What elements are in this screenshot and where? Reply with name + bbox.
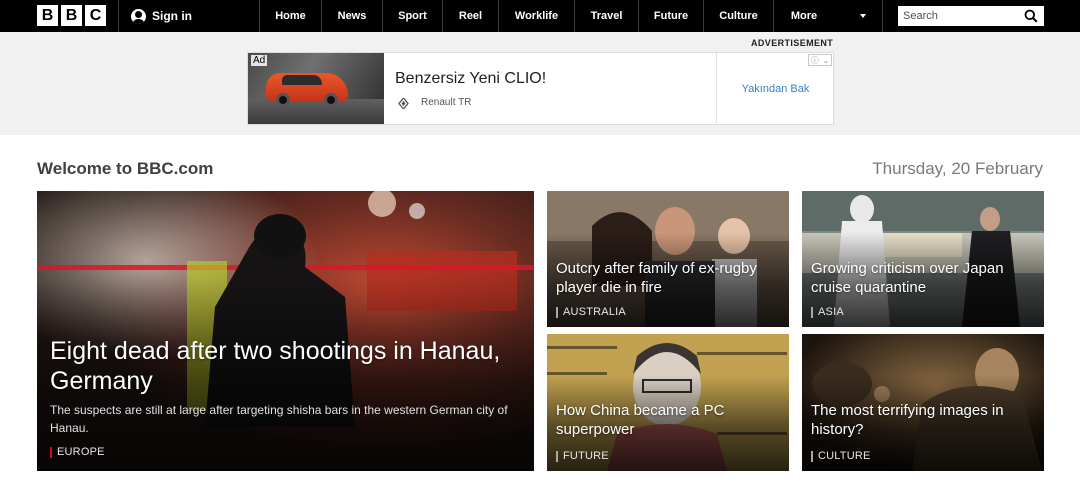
nav-reel[interactable]: Reel xyxy=(443,0,498,32)
section-marker xyxy=(556,306,558,318)
search-icon[interactable] xyxy=(1024,9,1038,23)
story-title[interactable]: Outcry after family of ex-rugby player d… xyxy=(556,259,779,297)
search-input[interactable] xyxy=(898,6,1018,26)
info-icon[interactable]: ⓘ xyxy=(811,55,819,66)
ad-headline[interactable]: Benzersiz Yeni CLIO! xyxy=(395,70,546,88)
nav-sport[interactable]: Sport xyxy=(383,0,442,32)
chevron-down-icon[interactable] xyxy=(860,14,866,18)
story-title[interactable]: How China became a PC superpower xyxy=(556,401,779,439)
story-section-label: FUTURE xyxy=(563,450,609,462)
section-marker xyxy=(811,450,813,462)
user-icon xyxy=(131,8,146,24)
story-section[interactable]: AUSTRALIA xyxy=(556,306,626,318)
ad-tag: Ad xyxy=(251,55,268,66)
ad-brand: Renault TR xyxy=(421,97,472,108)
ad-choices-control[interactable]: ⓘ ⌄ xyxy=(808,54,832,66)
page-date: Thursday, 20 February xyxy=(872,159,1043,178)
logo-letter: B xyxy=(61,5,82,26)
story-section[interactable]: FUTURE xyxy=(556,450,609,462)
story-rugby[interactable]: Outcry after family of ex-rugby player d… xyxy=(547,191,789,327)
story-title[interactable]: Eight dead after two shootings in Hanau,… xyxy=(50,336,514,396)
story-section[interactable]: CULTURE xyxy=(811,450,871,462)
bbc-logo[interactable]: B B C xyxy=(37,5,106,26)
story-japan-cruise[interactable]: Growing criticism over Japan cruise quar… xyxy=(802,191,1044,327)
ad-car-wheel xyxy=(324,93,338,107)
story-china-pc[interactable]: How China became a PC superpower FUTURE xyxy=(547,334,789,471)
nav-worklife[interactable]: Worklife xyxy=(499,0,574,32)
story-summary: The suspects are still at large after ta… xyxy=(50,403,508,435)
logo-letter: C xyxy=(85,5,106,26)
chevron-down-icon[interactable]: ⌄ xyxy=(822,56,829,65)
sign-in-link[interactable]: Sign in xyxy=(131,0,192,32)
search-box xyxy=(898,6,1044,26)
ad-car-image[interactable]: Ad xyxy=(248,53,384,124)
story-section-label: EUROPE xyxy=(57,446,105,458)
ad-road xyxy=(248,99,384,124)
ad-car-window xyxy=(282,75,322,85)
story-title[interactable]: Growing criticism over Japan cruise quar… xyxy=(811,259,1034,297)
logo-letter: B xyxy=(37,5,58,26)
nav-future[interactable]: Future xyxy=(639,0,703,32)
story-section-label: ASIA xyxy=(818,306,844,318)
top-navigation: B B C Sign in Home News Sport Reel Workl… xyxy=(0,0,1080,32)
sign-in-label: Sign in xyxy=(152,9,192,23)
ad-car-wheel xyxy=(276,93,290,107)
nav-travel[interactable]: Travel xyxy=(575,0,638,32)
section-marker xyxy=(556,450,558,462)
nav-divider xyxy=(882,0,883,32)
nav-news[interactable]: News xyxy=(322,0,382,32)
story-hanau[interactable]: Eight dead after two shootings in Hanau,… xyxy=(37,191,534,471)
story-section-label: CULTURE xyxy=(818,450,871,462)
section-marker xyxy=(50,446,52,458)
nav-divider xyxy=(118,0,119,32)
story-terrifying-images[interactable]: The most terrifying images in history? C… xyxy=(802,334,1044,471)
page-title: Welcome to BBC.com xyxy=(37,159,214,178)
story-section-label: AUSTRALIA xyxy=(563,306,626,318)
story-title[interactable]: The most terrifying images in history? xyxy=(811,401,1034,439)
story-section[interactable]: ASIA xyxy=(811,306,844,318)
renault-logo-icon xyxy=(398,98,409,109)
advertisement-label: ADVERTISEMENT xyxy=(751,38,834,48)
story-section[interactable]: EUROPE xyxy=(50,446,105,458)
nav-culture[interactable]: Culture xyxy=(704,0,773,32)
nav-more[interactable]: More xyxy=(774,0,834,32)
section-marker xyxy=(811,306,813,318)
advertisement-banner[interactable]: Ad Benzersiz Yeni CLIO! Renault TR Yakın… xyxy=(247,52,834,125)
nav-home[interactable]: Home xyxy=(260,0,321,32)
